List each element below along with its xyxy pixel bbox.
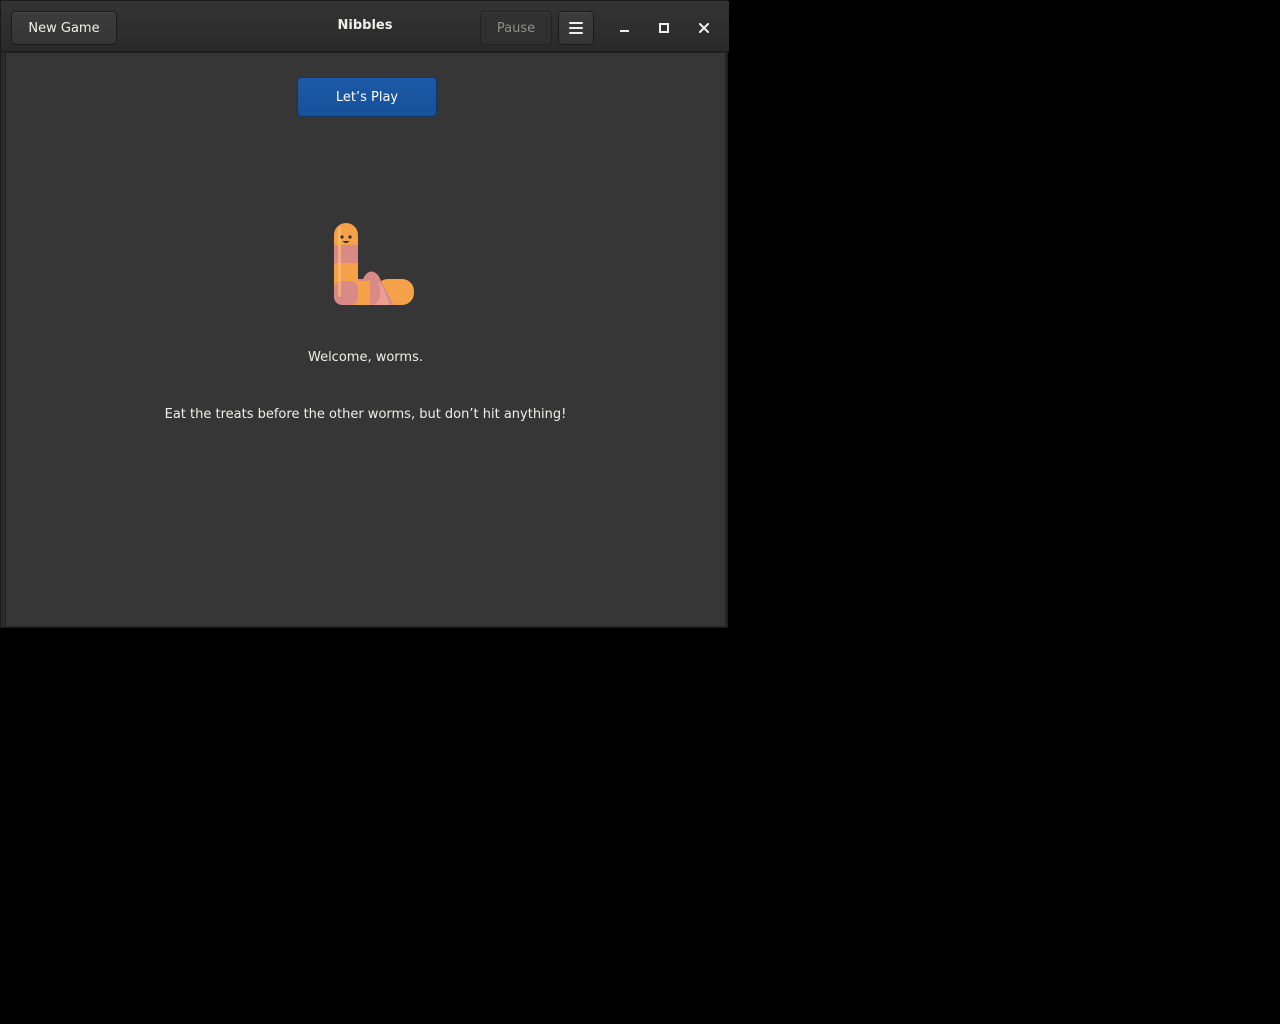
hamburger-menu-icon — [569, 22, 583, 34]
welcome-text: Welcome, worms. — [307, 350, 423, 365]
minimize-icon — [619, 30, 629, 32]
maximize-icon — [659, 23, 669, 33]
new-game-button[interactable]: New Game — [11, 11, 117, 45]
lets-play-button[interactable]: Let’s Play — [297, 77, 437, 117]
new-game-label: New Game — [28, 20, 100, 36]
maximize-button[interactable] — [649, 13, 679, 43]
worm-icon — [334, 223, 414, 305]
close-button[interactable] — [689, 13, 719, 43]
lets-play-label: Let’s Play — [335, 89, 399, 105]
minimize-button[interactable] — [609, 13, 639, 43]
headerbar: New Game Nibbles Pause — [1, 1, 729, 52]
nibbles-window: New Game Nibbles Pause Let’s Play Welcom… — [0, 0, 729, 628]
start-screen: Let’s Play Welcome, worms. Eat the treat… — [5, 52, 726, 627]
pause-button[interactable]: Pause — [480, 11, 552, 45]
main-menu-button[interactable] — [558, 11, 594, 45]
close-icon — [699, 23, 709, 33]
pause-label: Pause — [496, 20, 536, 36]
instructions-text: Eat the treats before the other worms, b… — [164, 407, 567, 422]
